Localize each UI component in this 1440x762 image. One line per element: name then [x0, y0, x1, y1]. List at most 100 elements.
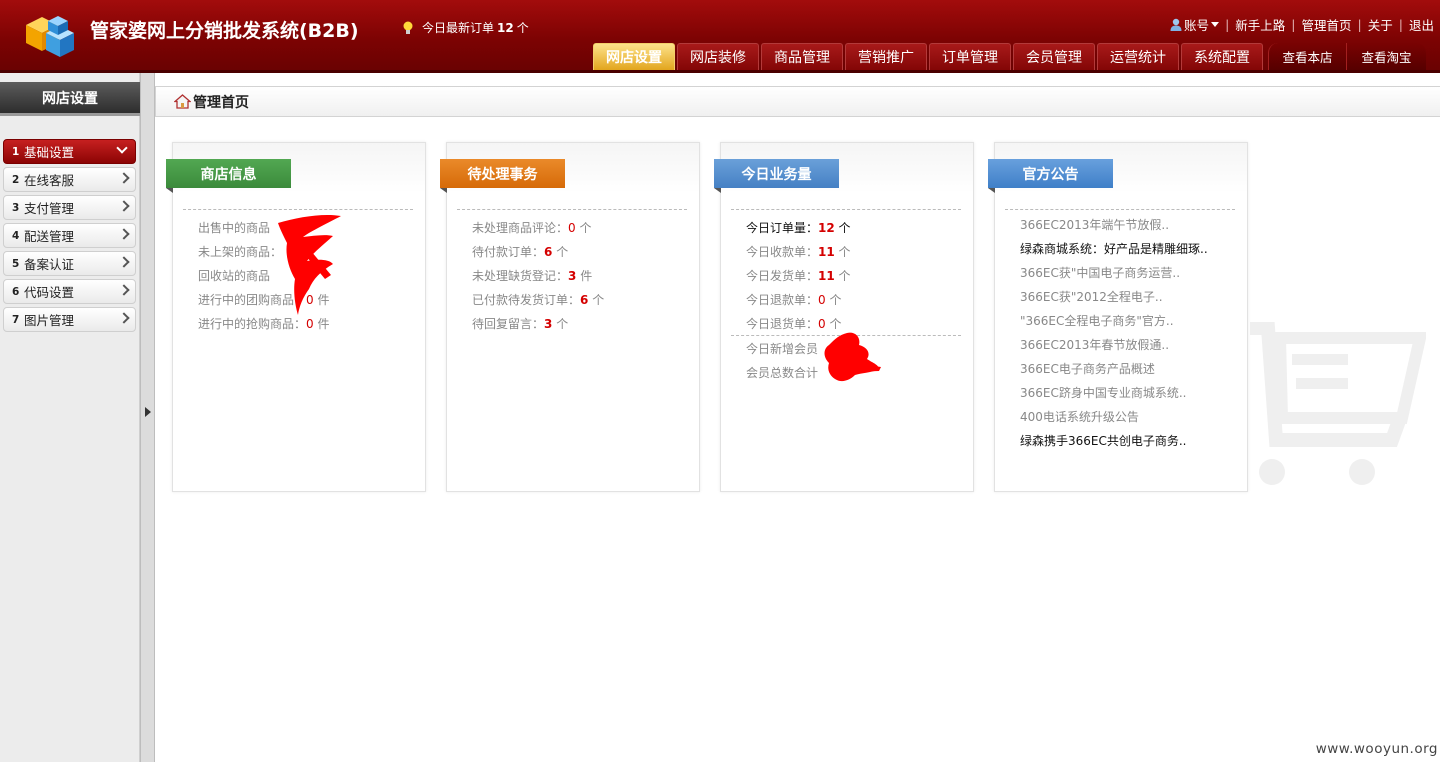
- item-number: 7: [12, 313, 20, 326]
- row-label: 今日新增会员: [746, 342, 819, 356]
- sidebar-item-image-management[interactable]: 7 图片管理: [3, 307, 136, 332]
- item-number: 3: [12, 201, 20, 214]
- item-number: 6: [12, 285, 20, 298]
- announcement-link[interactable]: "366EC全程电子商务"官方..: [1020, 309, 1229, 333]
- list-item[interactable]: 已付款待发货订单：6 个: [472, 288, 691, 312]
- sidebar-menu: 1 基础设置 2 在线客服 3 支付管理 4 配送管理 5 备案认证 6 代码设…: [3, 139, 136, 335]
- tab-statistics[interactable]: 运营统计: [1097, 43, 1179, 70]
- list-item[interactable]: 待付款订单：6 个: [472, 240, 691, 264]
- breadcrumb: 管理首页: [155, 86, 1440, 117]
- today-business-list: 今日订单量：12 个 今日收款单：11 个 今日发货单：11 个 今日退款单：0…: [746, 216, 965, 336]
- view-taobao-button[interactable]: 查看淘宝: [1346, 43, 1426, 70]
- about-link[interactable]: 关于: [1368, 15, 1393, 34]
- separator: |: [1357, 17, 1362, 32]
- top-links: 账号 | 新手上路 | 管理首页 | 关于 | 退出: [1170, 15, 1434, 34]
- lightbulb-icon: [403, 21, 413, 34]
- sidebar-item-delivery[interactable]: 4 配送管理: [3, 223, 136, 248]
- sidebar-item-icp-certification[interactable]: 5 备案认证: [3, 251, 136, 276]
- row-label: 会员总数合计: [746, 366, 819, 380]
- row-label: 进行中的抢购商品：: [198, 317, 307, 331]
- row-label: 回收站的商品: [198, 269, 271, 283]
- row-label: 未处理商品评论：: [472, 221, 569, 235]
- list-item: 今日发货单：11 个: [746, 264, 965, 288]
- top-header: 管家婆网上分销批发系统(B2B) 今日最新订单 12 个 账号 | 新手上路 |…: [0, 0, 1440, 70]
- announcement-link[interactable]: 400电话系统升级公告: [1020, 405, 1229, 429]
- breadcrumb-label: 管理首页: [193, 94, 249, 111]
- announcement-link[interactable]: 绿森商城系统：好产品是精雕细琢..: [1020, 237, 1229, 261]
- tab-marketing[interactable]: 营销推广: [845, 43, 927, 70]
- row-value: 0: [818, 293, 826, 307]
- tab-members[interactable]: 会员管理: [1013, 43, 1095, 70]
- announcement-link[interactable]: 366EC跻身中国专业商城系统..: [1020, 381, 1229, 405]
- order-notice[interactable]: 今日最新订单 12 个: [402, 19, 529, 36]
- row-unit: 个: [834, 221, 851, 235]
- sidebar-item-label: 支付管理: [24, 201, 75, 216]
- account-link: 账号: [1184, 18, 1210, 33]
- store-links: 查看本店 查看淘宝: [1268, 43, 1426, 70]
- row-value: 12: [818, 221, 835, 235]
- announcement-link[interactable]: 366EC获"2012全程电子..: [1020, 285, 1229, 309]
- row-label: 今日退款单：: [746, 293, 819, 307]
- list-item[interactable]: 待回复留言：3 个: [472, 312, 691, 336]
- caret-down-icon: [1211, 22, 1220, 27]
- row-unit: 个: [552, 245, 569, 259]
- tab-shop-settings[interactable]: 网店设置: [593, 43, 675, 70]
- row-unit: 个: [834, 245, 851, 259]
- row-label: 未上架的商品：: [198, 245, 283, 259]
- row-unit: 个: [588, 293, 605, 307]
- sidebar-toggle-splitter[interactable]: [140, 73, 155, 762]
- sidebar-item-online-service[interactable]: 2 在线客服: [3, 167, 136, 192]
- announcement-link[interactable]: 366EC获"中国电子商务运营..: [1020, 261, 1229, 285]
- shop-info-panel: 商店信息 出售中的商品 未上架的商品： 回收站的商品 进行中的团购商品：0 件 …: [166, 142, 426, 492]
- tab-products[interactable]: 商品管理: [761, 43, 843, 70]
- tab-orders[interactable]: 订单管理: [929, 43, 1011, 70]
- divider: [1005, 209, 1235, 210]
- app-title: 管家婆网上分销批发系统(B2B): [90, 20, 359, 42]
- announcement-link[interactable]: 366EC电子商务产品概述: [1020, 357, 1229, 381]
- admin-home-link[interactable]: 管理首页: [1302, 15, 1352, 34]
- row-label: 今日退货单：: [746, 317, 819, 331]
- list-item: 今日收款单：11 个: [746, 240, 965, 264]
- row-unit: 个: [575, 221, 592, 235]
- sidebar-item-payment[interactable]: 3 支付管理: [3, 195, 136, 220]
- chevron-right-icon: [118, 172, 130, 184]
- row-unit: 件: [313, 317, 330, 331]
- account-menu[interactable]: 账号: [1170, 15, 1220, 34]
- sidebar-item-code-settings[interactable]: 6 代码设置: [3, 279, 136, 304]
- notice-count: 12: [497, 20, 514, 35]
- row-label: 待付款订单：: [472, 245, 545, 259]
- sidebar-item-basic-settings[interactable]: 1 基础设置: [3, 139, 136, 164]
- row-unit: 件: [576, 269, 593, 283]
- row-value: 0: [568, 221, 576, 235]
- item-number: 2: [12, 173, 20, 186]
- row-unit: 个: [825, 293, 842, 307]
- watermark-text: www.wooyun.org: [1315, 741, 1438, 757]
- list-item[interactable]: 未处理缺货登记：3 件: [472, 264, 691, 288]
- list-item: 今日退款单：0 个: [746, 288, 965, 312]
- row-label: 待回复留言：: [472, 317, 545, 331]
- chevron-down-icon: [116, 142, 128, 154]
- logout-link[interactable]: 退出: [1409, 15, 1434, 34]
- redaction-scribble: [824, 332, 881, 382]
- tab-shop-decoration[interactable]: 网店装修: [677, 43, 759, 70]
- cube-logo-icon: [26, 16, 74, 57]
- announcement-link[interactable]: 366EC2013年春节放假通..: [1020, 333, 1229, 357]
- panel-title: 商店信息: [166, 159, 291, 193]
- row-label: 已付款待发货订单：: [472, 293, 581, 307]
- announcement-link[interactable]: 绿森携手366EC共创电子商务..: [1020, 429, 1229, 453]
- separator: |: [1291, 17, 1296, 32]
- view-store-button[interactable]: 查看本店: [1268, 43, 1346, 70]
- list-item[interactable]: 未处理商品评论：0 个: [472, 216, 691, 240]
- pending-tasks-panel: 待处理事务 未处理商品评论：0 个 待付款订单：6 个 未处理缺货登记：3 件 …: [440, 142, 700, 492]
- row-value: 0: [818, 317, 826, 331]
- notice-prefix: 今日最新订单: [422, 21, 495, 35]
- row-unit: 个: [552, 317, 569, 331]
- row-label: 今日发货单：: [746, 269, 819, 283]
- arrow-right-icon: [145, 407, 151, 417]
- row-label: 出售中的商品: [198, 221, 271, 235]
- announcement-link[interactable]: 366EC2013年端午节放假..: [1020, 213, 1229, 237]
- separator: |: [1398, 17, 1403, 32]
- guide-link[interactable]: 新手上路: [1235, 15, 1285, 34]
- panel-title: 今日业务量: [714, 159, 839, 193]
- tab-system-config[interactable]: 系统配置: [1181, 43, 1263, 70]
